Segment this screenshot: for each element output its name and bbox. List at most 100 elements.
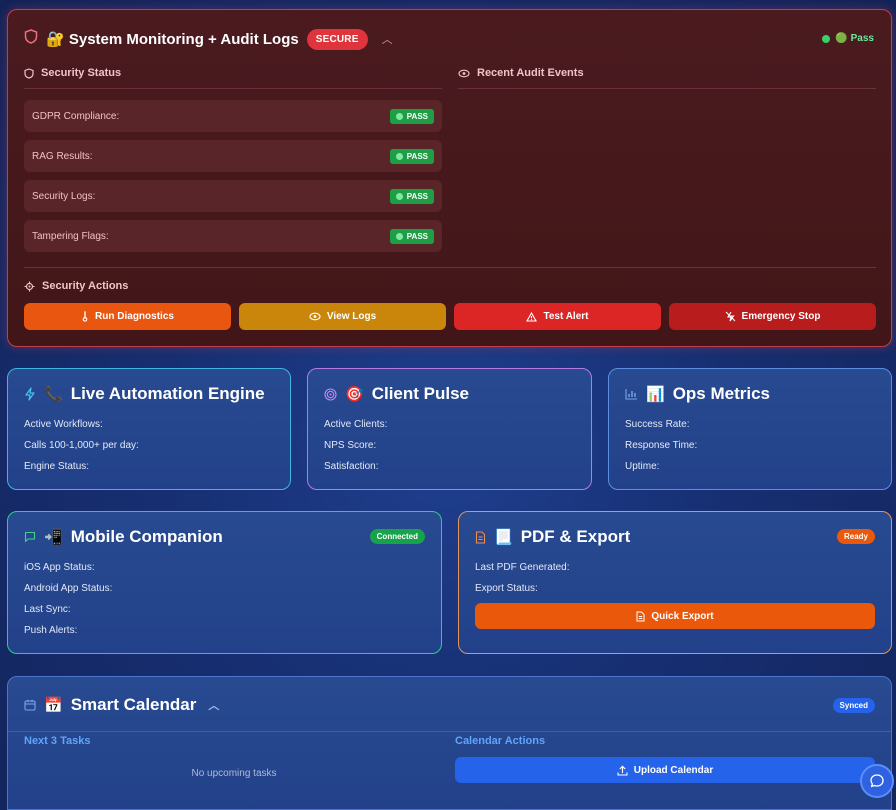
upload-calendar-button[interactable]: Upload Calendar — [455, 757, 875, 783]
calendar-header[interactable]: 📅 Smart Calendar ︿ — [24, 695, 219, 715]
security-header[interactable]: 🔐 System Monitoring + Audit Logs SECURE … — [24, 28, 393, 50]
empty-tasks-text: No upcoming tasks — [191, 768, 277, 779]
calendar-actions-heading: Calendar Actions — [455, 735, 546, 747]
message-icon — [24, 531, 36, 543]
quick-export-label: Quick Export — [651, 610, 714, 622]
pdf-field: Last PDF Generated: — [475, 562, 570, 573]
mobile-field: Push Alerts: — [24, 625, 78, 636]
emergency-stop-button[interactable]: Emergency Stop — [669, 303, 876, 330]
file-icon — [636, 611, 645, 621]
run-diagnostics-label: Run Diagnostics — [95, 311, 174, 322]
status-row-label: RAG Results: — [32, 150, 93, 162]
mobile-title: 📲 Mobile Companion — [24, 527, 223, 547]
pdf-title: 📃 PDF & Export — [475, 527, 630, 547]
status-row-security-logs: Security Logs: PASS — [24, 180, 442, 212]
quick-export-button[interactable]: Quick Export — [475, 603, 875, 629]
pass-badge-text: PASS — [406, 151, 428, 161]
status-row-label: GDPR Compliance: — [32, 110, 120, 122]
client-pulse-field: Active Clients: — [324, 419, 388, 430]
run-diagnostics-button[interactable]: Run Diagnostics — [24, 303, 231, 330]
dart-icon: 🎯 — [345, 386, 364, 403]
emergency-stop-label: Emergency Stop — [741, 311, 821, 322]
eye-icon — [458, 69, 470, 77]
pass-badge: PASS — [389, 148, 434, 164]
secure-badge: SECURE — [306, 28, 368, 50]
synced-badge: Synced — [832, 698, 875, 713]
chart-emoji-icon: 📊 — [646, 386, 665, 403]
divider — [8, 731, 891, 732]
chevron-up-icon[interactable]: ︿ — [208, 697, 219, 713]
ops-field: Response Time: — [625, 440, 698, 451]
pass-badge: PASS — [389, 108, 434, 124]
divider — [458, 88, 876, 89]
automation-field: Active Workflows: — [24, 419, 103, 430]
warning-icon — [526, 311, 538, 322]
eye-icon — [309, 312, 321, 321]
audit-heading: Recent Audit Events — [458, 67, 584, 79]
test-alert-button[interactable]: Test Alert — [454, 303, 661, 330]
pass-badge-text: PASS — [406, 191, 428, 201]
mobile-field: Last Sync: — [24, 604, 71, 615]
bar-chart-icon — [625, 389, 637, 400]
shield-small-icon — [24, 67, 34, 79]
upload-calendar-label: Upload Calendar — [633, 764, 714, 776]
ops-field: Uptime: — [625, 461, 660, 472]
upload-icon — [617, 765, 628, 776]
status-dot-icon — [395, 232, 403, 240]
pass-badge: PASS — [389, 188, 434, 204]
security-actions: Run Diagnostics View Logs Test Alert Eme… — [24, 303, 876, 330]
calendar-emoji-icon: 📅 — [44, 697, 63, 714]
divider — [24, 267, 876, 268]
status-row-label: Tampering Flags: — [32, 230, 109, 242]
status-dot-icon — [822, 34, 831, 43]
status-row-tampering: Tampering Flags: PASS — [24, 220, 442, 252]
chat-button[interactable] — [860, 764, 894, 798]
audit-heading-text: Recent Audit Events — [477, 67, 584, 79]
pdf-export-card: 📃 PDF & Export Ready Last PDF Generated:… — [458, 511, 892, 654]
test-alert-label: Test Alert — [543, 311, 589, 322]
mobile-title-text: Mobile Companion — [70, 527, 223, 546]
gear-icon — [24, 281, 35, 291]
client-pulse-title: 🎯 Client Pulse — [324, 384, 469, 404]
calendar-title-text: Smart Calendar — [70, 695, 197, 714]
automation-field: Engine Status: — [24, 461, 90, 472]
ops-metrics-card: 📊 Ops Metrics Success Rate: Response Tim… — [608, 368, 892, 490]
status-row-rag: RAG Results: PASS — [24, 140, 442, 172]
status-dot-icon — [395, 192, 403, 200]
mobile-field: iOS App Status: — [24, 562, 95, 573]
ops-metrics-title-text: Ops Metrics — [672, 384, 770, 403]
pass-badge-text: PASS — [406, 111, 428, 121]
automation-title: 📞 Live Automation Engine — [24, 384, 265, 404]
status-row-gdpr: GDPR Compliance: PASS — [24, 100, 442, 132]
view-logs-label: View Logs — [326, 311, 377, 322]
mobile-phone-icon: 📲 — [44, 529, 63, 546]
security-status-heading-text: Security Status — [41, 67, 122, 79]
connected-badge: Connected — [369, 529, 425, 544]
mobile-companion-card: 📲 Mobile Companion Connected iOS App Sta… — [7, 511, 442, 654]
automation-title-text: Live Automation Engine — [70, 384, 265, 403]
lightning-icon — [25, 387, 35, 401]
target-icon — [324, 387, 337, 401]
mobile-field: Android App Status: — [24, 583, 113, 594]
client-pulse-title-text: Client Pulse — [371, 384, 469, 403]
view-logs-button[interactable]: View Logs — [239, 303, 446, 330]
pdf-field: Export Status: — [475, 583, 538, 594]
security-actions-heading-text: Security Actions — [42, 280, 129, 292]
security-panel: 🔐 System Monitoring + Audit Logs SECURE … — [7, 9, 892, 347]
ready-badge: Ready — [836, 529, 875, 544]
calendar-icon — [24, 699, 36, 711]
status-dot-icon — [395, 152, 403, 160]
pass-badge-text: PASS — [406, 231, 428, 241]
automation-card: 📞 Live Automation Engine Active Workflow… — [7, 368, 291, 490]
security-status-heading: Security Status — [24, 67, 121, 79]
overall-status: 🟢 Pass — [822, 33, 874, 44]
document-icon: 📃 — [494, 529, 513, 546]
status-dot-icon — [395, 112, 403, 120]
chat-bubble-icon — [870, 774, 884, 788]
client-pulse-card: 🎯 Client Pulse Active Clients: NPS Score… — [307, 368, 592, 490]
chevron-up-icon[interactable]: ︿ — [382, 31, 393, 47]
security-title: 🔐 System Monitoring + Audit Logs — [46, 31, 299, 48]
client-pulse-field: Satisfaction: — [324, 461, 379, 472]
pdf-title-text: PDF & Export — [520, 527, 631, 546]
automation-field: Calls 100-1,000+ per day: — [24, 440, 139, 451]
